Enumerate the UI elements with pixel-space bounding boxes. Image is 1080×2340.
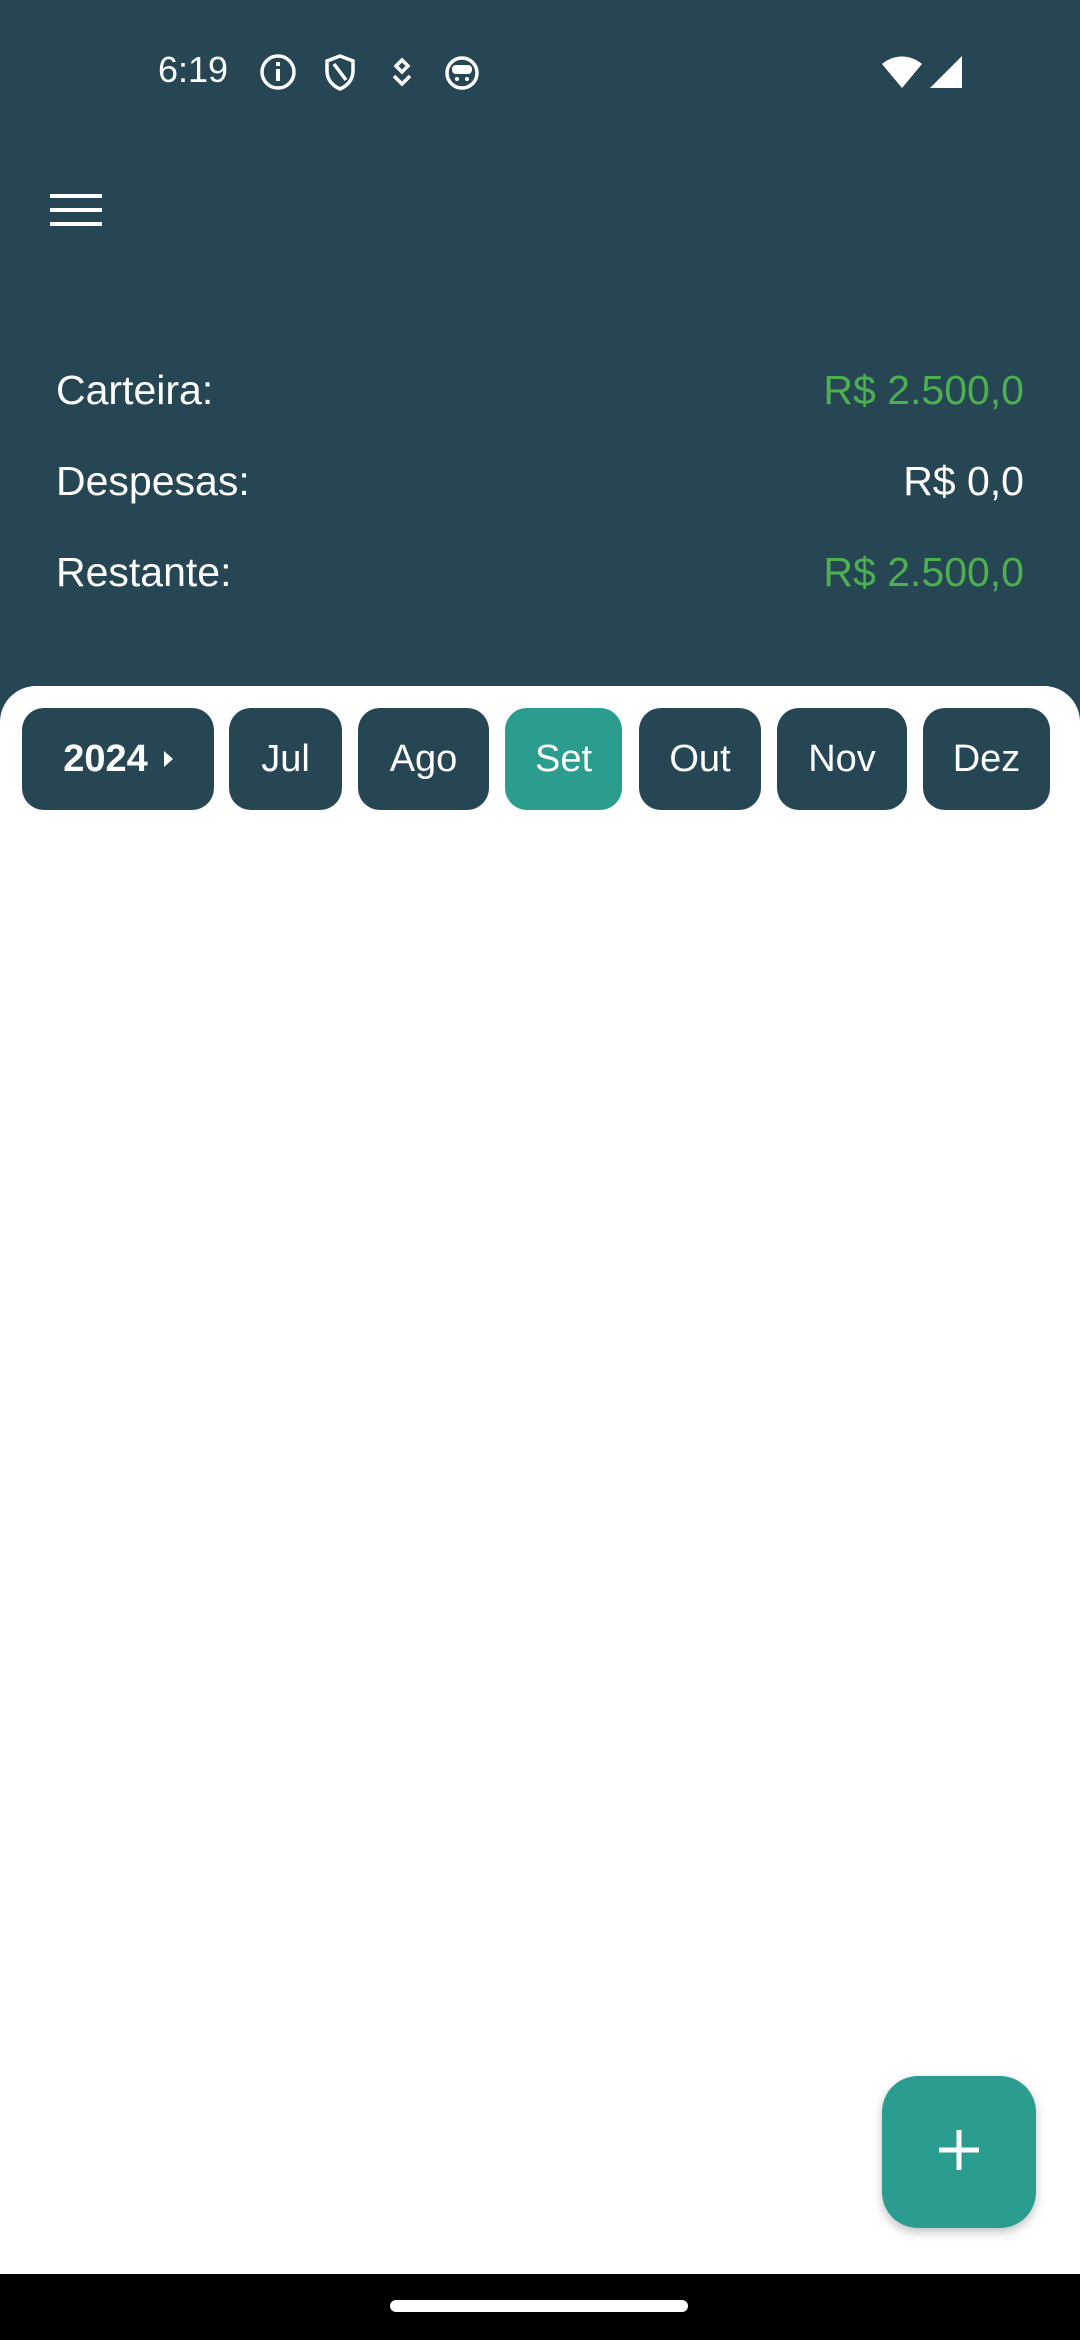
wallet-value: R$ 2.500,0 [823, 366, 1024, 413]
wifi-icon [880, 52, 924, 92]
add-expense-button[interactable] [882, 2076, 1036, 2228]
expenses-label: Despesas: [56, 457, 250, 504]
month-chip-dez[interactable]: Dez [923, 708, 1050, 810]
year-selector-button[interactable]: 2024 [22, 708, 214, 810]
location-icon [382, 52, 422, 92]
month-chip-label: Dez [952, 737, 1021, 780]
month-chip-ago[interactable]: Ago [358, 708, 489, 810]
content-sheet [0, 686, 1080, 2274]
remaining-value: R$ 2.500,0 [823, 548, 1024, 595]
shield-icon [320, 52, 360, 92]
signal-icon [926, 52, 966, 92]
month-chip-out[interactable]: Out [639, 708, 761, 810]
month-chip-nov[interactable]: Nov [777, 708, 907, 810]
wallet-label: Carteira: [56, 366, 214, 413]
remaining-label: Restante: [56, 548, 232, 595]
month-chip-label: Jul [261, 737, 310, 780]
month-chip-label: Nov [808, 737, 876, 780]
month-chip-jul[interactable]: Jul [229, 708, 342, 810]
caret-right-icon [163, 751, 173, 767]
month-chip-label: Set [534, 737, 593, 780]
expenses-value: R$ 0,0 [903, 457, 1024, 504]
summary-expenses-row: Despesas: R$ 0,0 [56, 451, 1024, 511]
year-label: 2024 [63, 737, 148, 780]
menu-button[interactable] [36, 180, 116, 244]
summary-wallet-row: Carteira: R$ 2.500,0 [56, 360, 1024, 420]
summary-remaining-row: Restante: R$ 2.500,0 [56, 542, 1024, 602]
hamburger-menu-icon [50, 192, 102, 233]
robot-icon [442, 52, 482, 92]
month-chip-set[interactable]: Set [505, 708, 622, 810]
month-chip-label: Ago [389, 737, 458, 780]
plus-icon [937, 2128, 981, 2177]
info-icon [258, 52, 298, 92]
month-chip-label: Out [669, 737, 731, 780]
home-indicator[interactable] [390, 2300, 688, 2312]
app-header: 6:19 Carteira: R$ 2.500,0 Despesas: R$ 0… [0, 0, 1080, 720]
status-bar: 6:19 [0, 0, 1080, 140]
status-time: 6:19 [158, 49, 229, 90]
